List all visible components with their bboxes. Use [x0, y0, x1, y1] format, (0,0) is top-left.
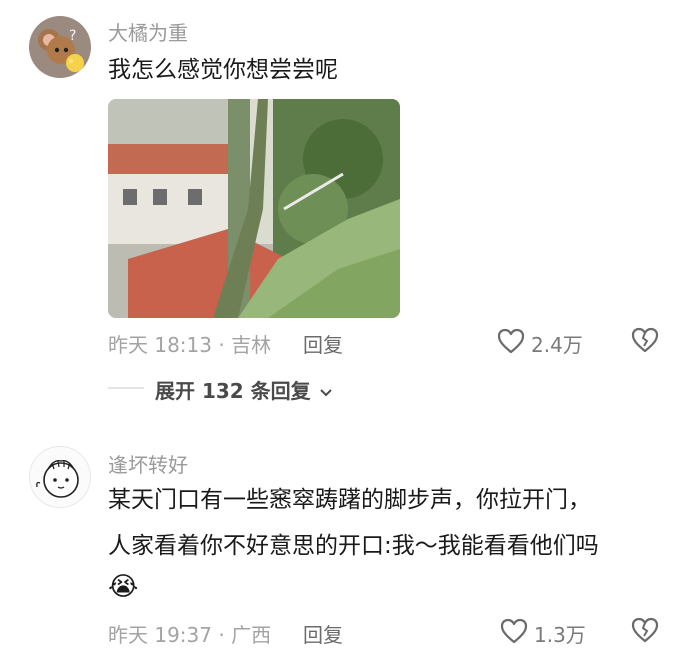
heart-icon [497, 328, 525, 358]
divider [108, 387, 144, 389]
like-button[interactable]: 2.4万 [497, 327, 597, 358]
dislike-button[interactable] [631, 617, 659, 645]
comment-image[interactable] [108, 99, 400, 318]
avatar[interactable] [29, 446, 91, 508]
expand-replies-label: 展开 132 条回复 [155, 379, 311, 403]
avatar[interactable]: ? [29, 16, 91, 78]
broken-heart-icon [631, 327, 659, 357]
comment-meta: 昨天 18:13 · 吉林 [108, 333, 272, 357]
like-count: 1.3万 [534, 623, 586, 647]
comment-meta: 昨天 19:37 · 广西 [108, 623, 272, 647]
comment-username[interactable]: 大橘为重 [108, 17, 188, 46]
reply-button[interactable]: 回复 [303, 619, 343, 648]
heart-icon [500, 618, 528, 648]
comment-text: 我怎么感觉你想尝尝呢 [108, 57, 338, 83]
reply-button[interactable]: 回复 [303, 329, 343, 358]
svg-text:?: ? [69, 28, 76, 44]
broken-heart-icon [631, 617, 659, 647]
like-count: 2.4万 [531, 333, 583, 357]
crying-emoji: 😭 [108, 572, 139, 602]
like-button[interactable]: 1.3万 [500, 617, 600, 648]
comment-text-line: 人家看着你不好意思的开口:我～我能看看他们吗 [108, 533, 599, 559]
chevron-down-icon [318, 384, 334, 403]
dislike-button[interactable] [631, 327, 659, 355]
comment-username[interactable]: 逢坏转好 [108, 449, 188, 478]
comment-text-line: 某天门口有一些窸窣踌躇的脚步声，你拉开门， [108, 487, 591, 513]
expand-replies-button[interactable]: 展开 132 条回复 [155, 375, 334, 403]
